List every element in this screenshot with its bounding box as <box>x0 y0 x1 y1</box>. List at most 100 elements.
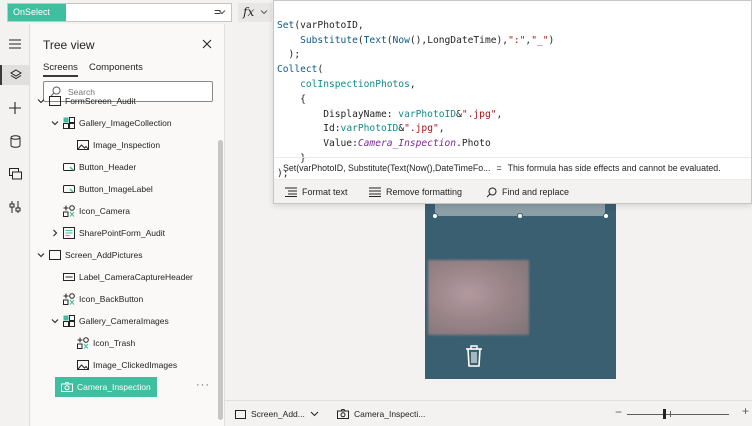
close-icon[interactable] <box>201 38 213 50</box>
captured-image[interactable] <box>428 260 529 335</box>
equals-sign: = <box>214 5 222 19</box>
chevron-down-icon <box>260 10 268 15</box>
remove-formatting-icon <box>369 187 381 197</box>
image-icon <box>77 139 89 151</box>
property-dropdown[interactable]: OnSelect <box>7 3 232 22</box>
code-line: { <box>277 93 306 105</box>
status-bar: Screen_Add... Camera_Inspecti... − + <box>225 400 752 426</box>
tree-item[interactable]: FormScreen_Audit <box>31 91 219 111</box>
tree-item[interactable]: SharePointForm_Audit <box>31 223 219 243</box>
remove-formatting-button[interactable]: Remove formatting <box>369 185 462 199</box>
tree-item-label: Icon_BackButton <box>79 294 144 304</box>
tree-item[interactable]: Screen_AddPictures <box>31 245 219 265</box>
tree-item-label: Screen_AddPictures <box>65 250 143 260</box>
icon-control-icon <box>63 205 75 217</box>
resize-handle[interactable] <box>603 213 609 219</box>
media-icon <box>8 168 22 180</box>
chevron-down-icon[interactable] <box>37 97 45 105</box>
chevron-down-icon[interactable] <box>51 317 59 325</box>
tree-item[interactable]: Icon_Camera <box>31 201 219 221</box>
chevron-right-icon[interactable] <box>51 229 59 237</box>
tree-view-panel: Tree view Screens Components FormScreen_… <box>31 24 225 426</box>
chevron-down-icon[interactable] <box>51 119 59 127</box>
tree-item-label: Button_Header <box>79 162 137 172</box>
tree-item-label: Image_Inspection <box>93 140 161 150</box>
tree-item[interactable]: Icon_Trash <box>31 333 219 353</box>
tree-item-label: SharePointForm_Audit <box>79 228 165 238</box>
property-name: OnSelect <box>8 4 66 21</box>
format-text-button[interactable]: Format text <box>285 185 348 199</box>
result-formula: Set(varPhotoID, Substitute(Text(Now(),Da… <box>283 163 491 173</box>
code-line: Collect( <box>277 64 324 76</box>
gallery-icon <box>63 117 75 129</box>
insert-button[interactable] <box>5 98 25 118</box>
code-line: Set(varPhotoID, <box>277 19 364 31</box>
code-line: Substitute(Text(Now(),LongDateTime),":",… <box>300 34 555 46</box>
advanced-tools-button[interactable] <box>5 197 25 217</box>
tree-item[interactable]: Camera_Inspection <box>55 377 157 397</box>
code-line: ); <box>277 49 301 61</box>
more-options-button[interactable]: ··· <box>196 379 210 391</box>
tree-item-label: Gallery_ImageCollection <box>79 118 172 128</box>
control-breadcrumb-label: Camera_Inspecti... <box>354 409 426 419</box>
tree-item[interactable]: Button_ImageLabel <box>31 179 219 199</box>
plus-icon <box>9 102 21 114</box>
tab-screens[interactable]: Screens <box>43 62 78 77</box>
zoom-out-button[interactable]: − <box>615 405 622 419</box>
find-replace-label: Find and replace <box>502 187 570 197</box>
database-icon <box>10 134 20 148</box>
hamburger-menu-button[interactable] <box>5 34 25 54</box>
result-equals: = <box>496 163 502 173</box>
code-line: colInspectionPhotos, <box>300 78 416 90</box>
zoom-in-button[interactable]: + <box>742 404 749 418</box>
tree-view-title: Tree view <box>43 38 95 52</box>
icon-control-icon <box>77 337 89 349</box>
code-line: Id:varPhotoID&".jpg", <box>277 123 445 135</box>
fx-button[interactable]: fx <box>238 3 272 22</box>
tree-item-label: Gallery_CameraImages <box>79 316 169 326</box>
tree-view-button[interactable] <box>0 65 30 85</box>
tree-item[interactable]: Gallery_ImageCollection <box>31 113 219 133</box>
tree-item[interactable]: Icon_BackButton <box>31 289 219 309</box>
tree-item[interactable]: Label_CameraCaptureHeader <box>31 267 219 287</box>
zoom-slider[interactable] <box>627 414 729 415</box>
formula-code[interactable]: Set(varPhotoID, Substitute(Text(Now(),Lo… <box>277 4 554 182</box>
result-message: This formula has side effects and cannot… <box>507 163 721 173</box>
editor-toolbar: Format text Remove formatting Find and r… <box>274 179 751 203</box>
media-button[interactable] <box>5 164 25 184</box>
tree-item-label: Camera_Inspection <box>77 382 151 392</box>
form-icon <box>63 227 75 239</box>
tree-item[interactable]: Image_Inspection <box>31 135 219 155</box>
remove-formatting-label: Remove formatting <box>386 187 463 197</box>
zoom-slider-thumb[interactable] <box>663 409 666 419</box>
tree-item[interactable]: Gallery_CameraImages <box>31 311 219 331</box>
code-line: DisplayName: varPhotoID&".jpg", <box>277 108 503 120</box>
tree-item-label: Button_ImageLabel <box>79 184 153 194</box>
screen-icon <box>49 95 61 107</box>
tree-item-label: Image_ClickedImages <box>93 360 178 370</box>
tree-scrollbar[interactable] <box>218 140 223 420</box>
format-text-icon <box>285 187 297 197</box>
formula-editor[interactable]: Set(varPhotoID, Substitute(Text(Now(),Lo… <box>273 0 752 204</box>
resize-handle[interactable] <box>517 213 523 219</box>
hamburger-icon <box>9 39 21 49</box>
tree-item-label: Icon_Trash <box>93 338 136 348</box>
tree-item[interactable]: Button_Header <box>31 157 219 177</box>
tree-item-label: FormScreen_Audit <box>65 96 136 106</box>
data-button[interactable] <box>5 131 25 151</box>
zoom-slider-tick <box>670 411 671 417</box>
screen-icon <box>49 249 61 261</box>
trash-icon[interactable] <box>464 344 484 368</box>
tree-item[interactable]: Image_ClickedImages <box>31 355 219 375</box>
screen-breadcrumb[interactable]: Screen_Add... <box>235 407 319 421</box>
find-replace-button[interactable]: Find and replace <box>486 185 569 199</box>
button-icon <box>63 161 75 173</box>
tree-item-label: Label_CameraCaptureHeader <box>79 272 193 282</box>
tab-components[interactable]: Components <box>89 62 143 73</box>
camera-icon <box>61 381 73 393</box>
control-breadcrumb[interactable]: Camera_Inspecti... <box>337 407 425 421</box>
chevron-down-icon <box>310 411 319 417</box>
resize-handle[interactable] <box>432 213 438 219</box>
search-icon <box>486 187 497 197</box>
chevron-down-icon[interactable] <box>37 251 45 259</box>
